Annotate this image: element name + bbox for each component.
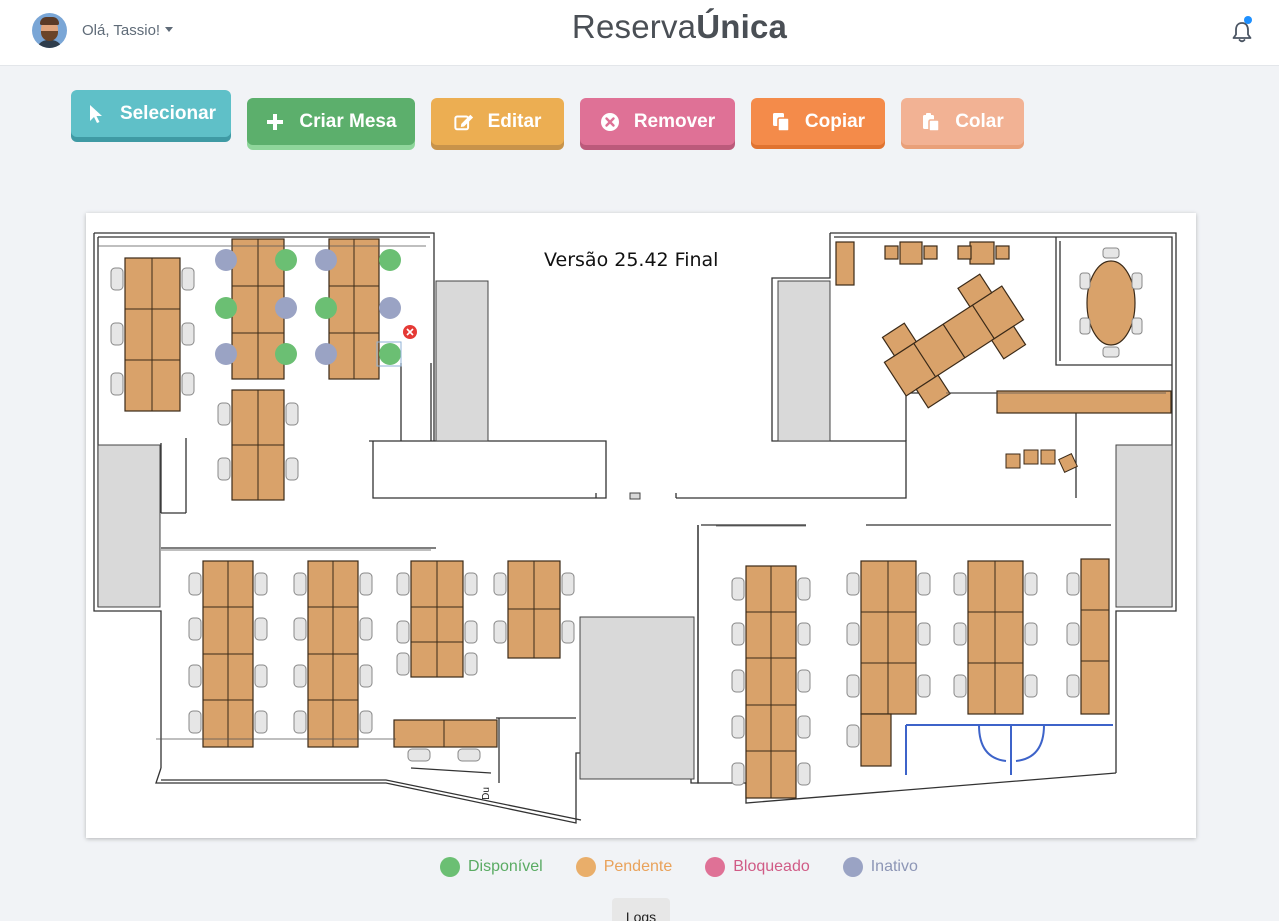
legend-label-inactive: Inativo <box>870 858 918 875</box>
floor-plan-drawing <box>93 232 1177 824</box>
legend-label-available: Disponível <box>468 858 543 875</box>
legend-dot-inactive <box>842 857 863 877</box>
notification-badge <box>1244 16 1252 24</box>
legend-label-pending: Pendente <box>603 858 673 875</box>
edit-button-label: Editar <box>487 110 542 132</box>
paste-button[interactable]: Colar <box>901 98 1024 145</box>
top-navbar: Olá, Tassio! ReservaÚnica <box>0 0 1279 66</box>
logs-tab[interactable]: Logs <box>612 898 670 921</box>
create-desk-button[interactable]: Criar Mesa <box>247 98 415 145</box>
remove-button-label: Remover <box>633 110 716 132</box>
door-label: Du <box>480 787 492 800</box>
plus-icon <box>265 112 285 132</box>
copy-button[interactable]: Copiar <box>751 98 885 145</box>
legend-dot-pending <box>575 857 596 877</box>
legend-pending: Pendente <box>575 857 673 877</box>
copy-button-label: Copiar <box>804 110 866 132</box>
create-desk-button-label: Criar Mesa <box>299 110 397 132</box>
floor-plan[interactable]: Versão 25.42 Final Du <box>86 213 1196 838</box>
floor-plan-version: Versão 25.42 Final <box>544 249 719 271</box>
select-button-label: Selecionar <box>119 102 217 124</box>
legend-inactive: Inativo <box>842 857 918 877</box>
select-button[interactable]: Selecionar <box>71 90 231 137</box>
paste-button-label: Colar <box>955 110 1004 132</box>
notification-button[interactable] <box>1229 16 1255 45</box>
paste-icon <box>921 112 941 132</box>
edit-button[interactable]: Editar <box>431 98 564 145</box>
bell-icon <box>1232 22 1252 43</box>
legend-available: Disponível <box>440 857 543 877</box>
status-legend: Disponível Pendente Bloqueado Inativo <box>440 857 951 877</box>
remove-button[interactable]: Remover <box>580 98 735 145</box>
edit-icon <box>453 112 474 132</box>
delete-seat-icon[interactable] <box>403 325 417 339</box>
legend-dot-blocked <box>705 857 726 877</box>
copy-icon <box>771 112 791 132</box>
remove-circle-icon <box>600 112 620 132</box>
legend-blocked: Bloqueado <box>705 857 810 877</box>
legend-dot-available <box>440 857 460 877</box>
cursor-icon <box>86 104 106 124</box>
legend-label-blocked: Bloqueado <box>733 858 810 875</box>
app-brand: ReservaÚnica <box>571 8 788 45</box>
